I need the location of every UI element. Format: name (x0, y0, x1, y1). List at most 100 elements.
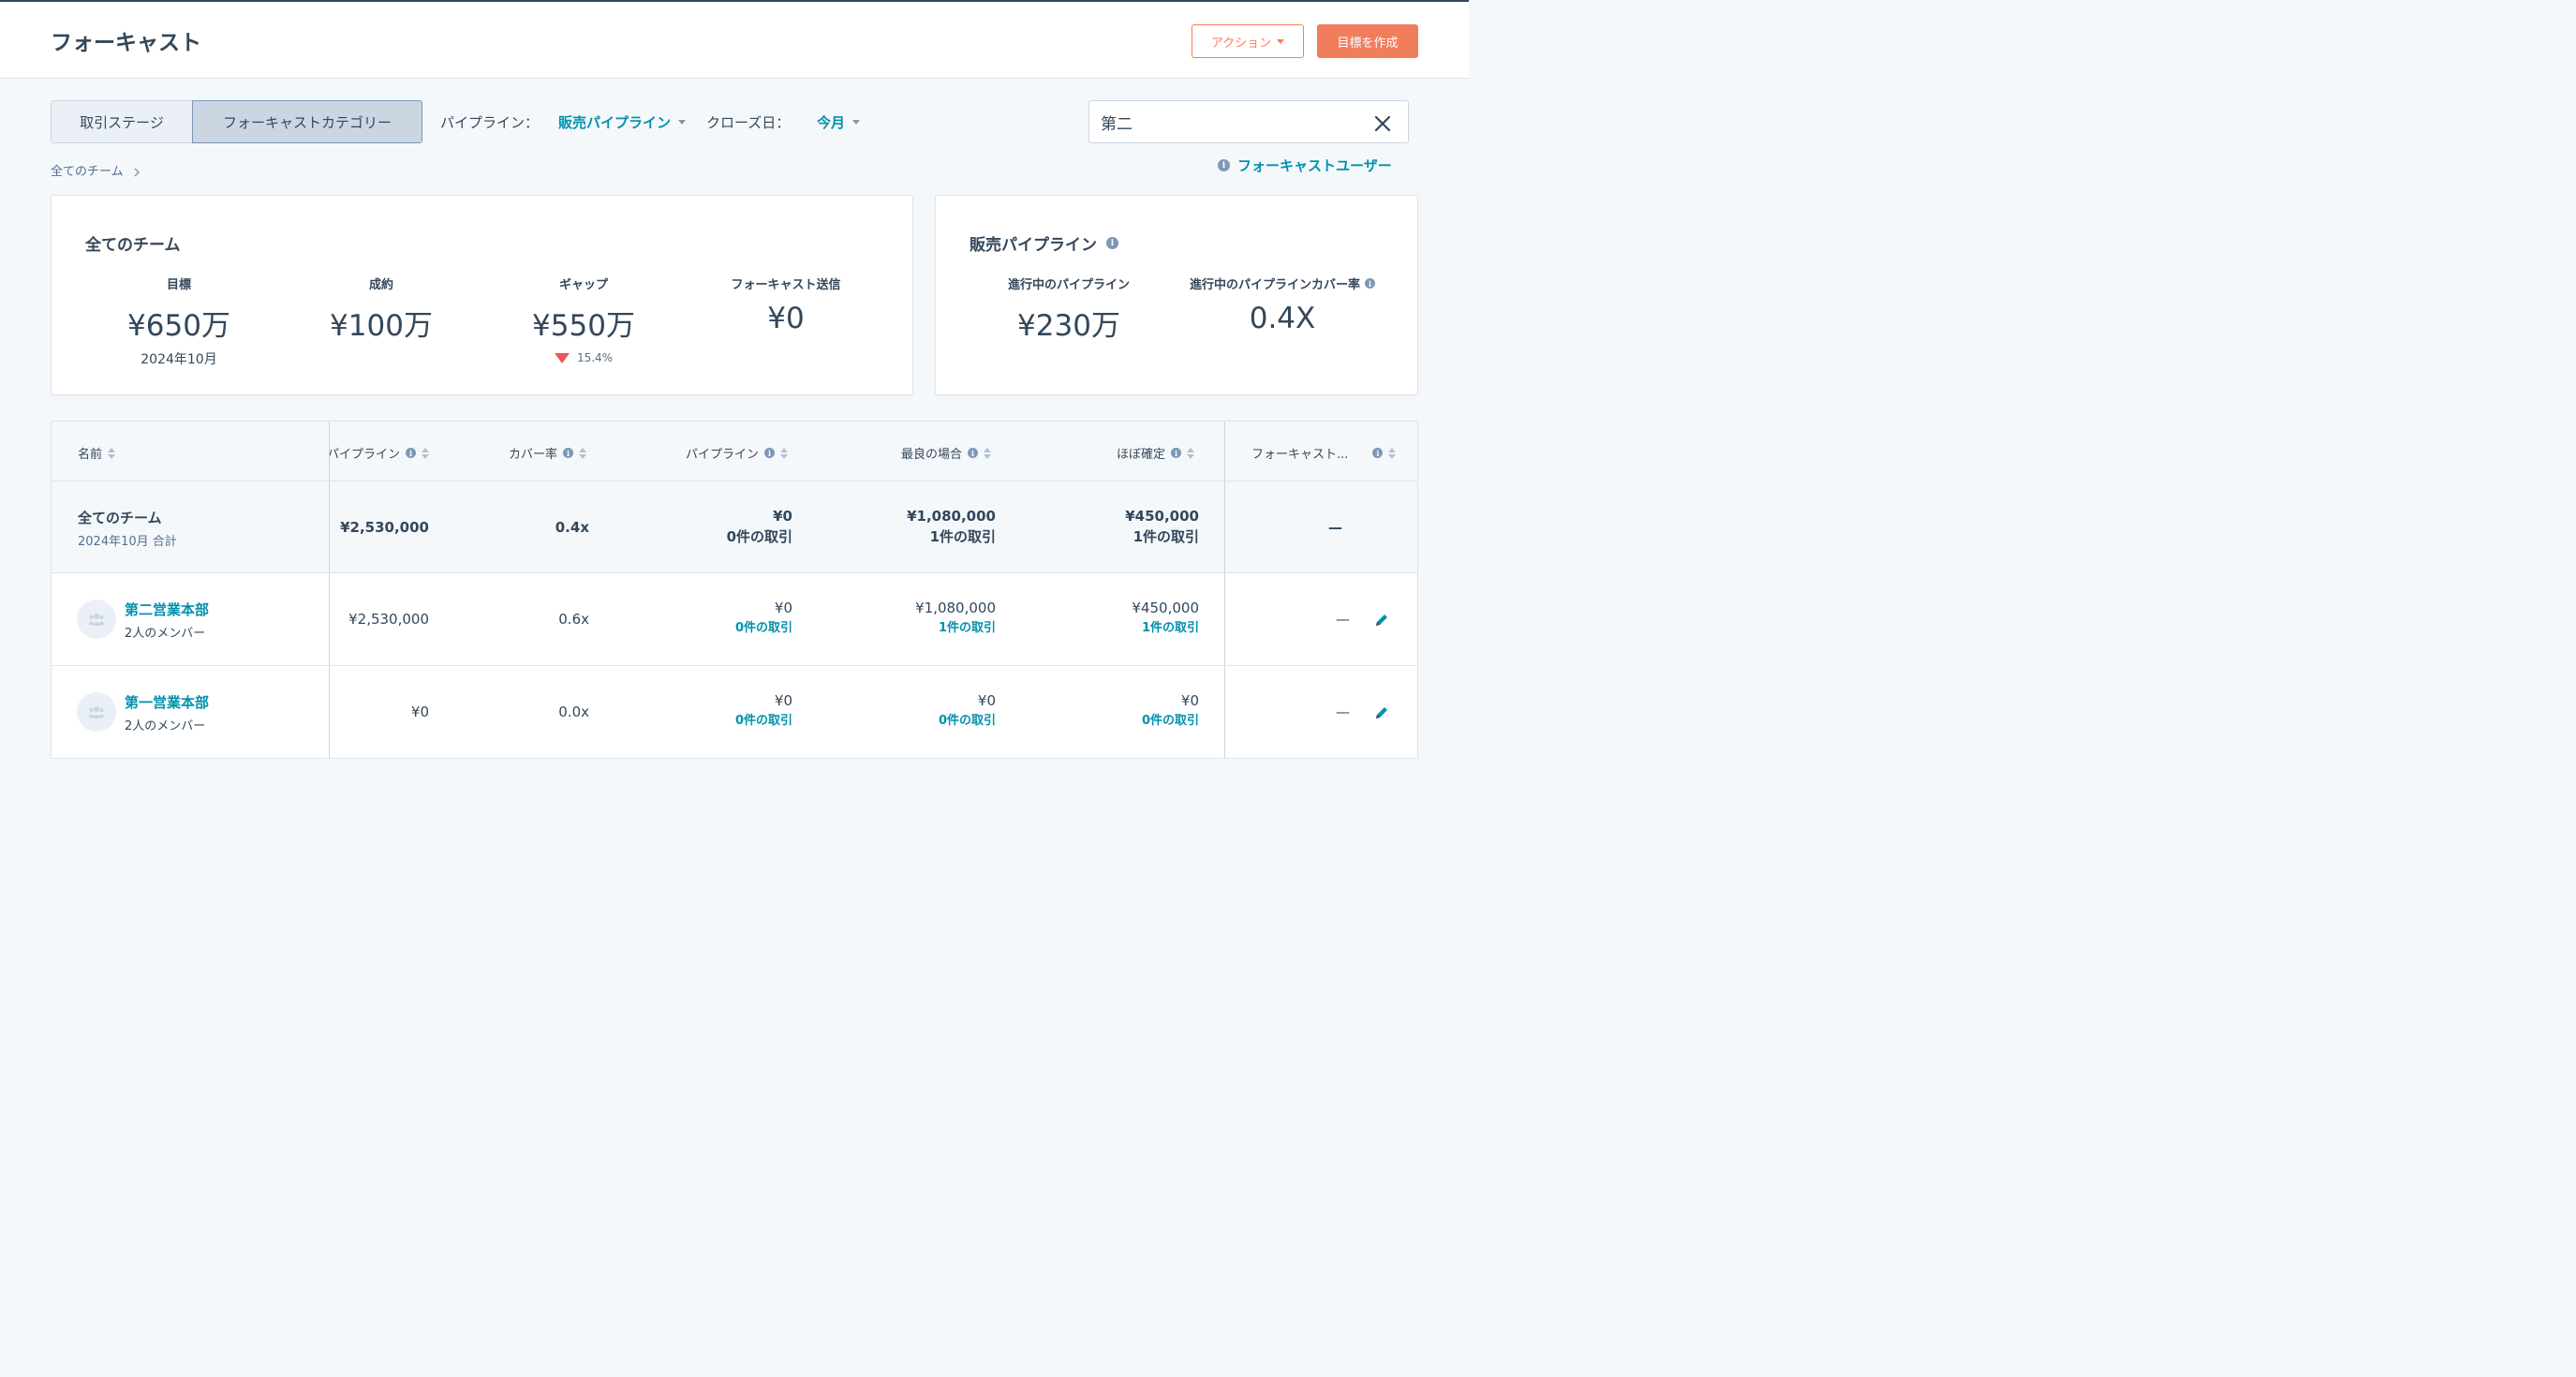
column-divider (329, 481, 330, 572)
breadcrumb-item[interactable]: 全てのチーム (51, 165, 124, 179)
table-header: 名前 パイプライン i カバー率 i パイプライン i 最良の場合 i ほぼ確定… (52, 422, 1417, 481)
chevron-right-icon (134, 168, 140, 176)
column-divider (1224, 666, 1225, 759)
kpi-open-pipeline: 進行中のパイプライン ¥230万 (975, 274, 1162, 344)
info-icon: i (563, 448, 574, 458)
amount: ¥1,080,000 (907, 508, 996, 525)
row-pipeline: ¥2,530,000 (348, 611, 429, 628)
total-row-name: 全てのチーム (78, 510, 162, 526)
trend-down-icon (554, 352, 570, 363)
kpi-value: ¥100万 (330, 309, 433, 343)
column-header-label: 最良の場合 (901, 448, 963, 462)
kpi-trend: 15.4% (490, 351, 677, 364)
row-best-case: ¥1,080,000 1件の取引 (915, 598, 996, 639)
kpi-pipeline-coverage: 進行中のパイプラインカバー率 i 0.4X (1170, 274, 1395, 335)
column-header-pipeline[interactable]: パイプライン i (329, 444, 429, 462)
info-icon: i (1171, 448, 1182, 458)
team-name-link[interactable]: 第二営業本部 (125, 600, 209, 619)
row-pipeline-category: ¥0 0件の取引 (735, 598, 792, 639)
deal-count-link[interactable]: 1件の取引 (915, 618, 996, 639)
search-box (1088, 100, 1409, 143)
table-row: 第二営業本部 2人のメンバー ¥2,530,000 0.6x ¥0 0件の取引 … (52, 573, 1417, 666)
row-commit: ¥0 0件の取引 (1142, 690, 1199, 732)
kpi-period: 2024年10月 (141, 352, 217, 367)
kpi-label: 進行中のパイプラインカバー率 i (1170, 274, 1395, 292)
team-members: 2人のメンバー (125, 627, 206, 641)
column-divider (329, 573, 330, 665)
kpi-label: ギャップ (558, 278, 608, 292)
column-divider (1224, 422, 1225, 481)
total-pipeline: ¥2,530,000 (340, 519, 429, 536)
close-date-filter-value: 今月 (817, 114, 846, 131)
amount: ¥450,000 (1132, 600, 1199, 616)
table-row-total: 全てのチーム 2024年10月 合計 ¥2,530,000 0.4x ¥0 0件… (52, 481, 1417, 573)
tab-forecast-category[interactable]: フォーキャストカテゴリー (192, 100, 422, 143)
info-icon: i (1372, 448, 1384, 458)
row-pipeline-category: ¥0 0件の取引 (735, 690, 792, 732)
deal-count: 0件の取引 (726, 528, 792, 545)
info-icon[interactable]: i (1106, 237, 1118, 249)
page-title: フォーキャスト (51, 31, 201, 55)
info-icon[interactable]: i (1365, 278, 1375, 289)
caret-down-icon (678, 120, 687, 125)
deal-count-link[interactable]: 1件の取引 (1132, 618, 1199, 639)
deal-count: 1件の取引 (1133, 528, 1199, 545)
column-divider (329, 666, 330, 759)
pencil-icon[interactable] (1374, 613, 1389, 628)
column-header-commit[interactable]: ほぼ確定 i (1117, 444, 1195, 462)
column-divider (1224, 573, 1225, 665)
deal-count-link[interactable]: 0件の取引 (735, 711, 792, 732)
column-header-label: カバー率 (509, 448, 558, 462)
close-date-filter-dropdown[interactable]: 今月 (817, 112, 861, 132)
amount: ¥1,080,000 (915, 600, 996, 616)
kpi-target: 目標 ¥650万 2024年10月 (85, 274, 273, 368)
deal-count-link[interactable]: 0件の取引 (1142, 711, 1199, 732)
sort-icon (780, 447, 789, 459)
breadcrumb[interactable]: 全てのチーム (51, 161, 141, 179)
page-header: フォーキャスト アクション 目標を作成 (0, 0, 1469, 79)
column-divider (329, 422, 330, 481)
team-name-link[interactable]: 第一営業本部 (125, 692, 209, 712)
column-header-coverage[interactable]: カバー率 i (509, 444, 587, 462)
column-header-best-case[interactable]: 最良の場合 i (901, 444, 992, 462)
column-header-forecast[interactable]: フォーキャスト... i (1251, 444, 1397, 462)
amount: ¥0 (774, 600, 792, 616)
row-forecast: — (1336, 611, 1350, 628)
kpi-value: 0.4X (1249, 302, 1316, 335)
team-summary-title: 全てのチーム (85, 236, 181, 255)
deal-count-link[interactable]: 0件の取引 (939, 711, 996, 732)
tab-deal-stage[interactable]: 取引ステージ (51, 100, 193, 143)
create-goal-button[interactable]: 目標を作成 (1317, 24, 1418, 58)
kpi-value: ¥230万 (1017, 309, 1120, 343)
column-header-name[interactable]: 名前 (78, 444, 116, 462)
kpi-value: ¥0 (767, 302, 805, 335)
team-summary-card: 全てのチーム 目標 ¥650万 2024年10月 成約 ¥100万 ギャップ ¥… (51, 195, 913, 395)
pencil-icon[interactable] (1374, 705, 1389, 720)
caret-down-icon (1277, 38, 1285, 44)
total-commit: ¥450,000 1件の取引 (1125, 506, 1199, 547)
search-input[interactable] (1101, 111, 1363, 133)
pipeline-filter-label: パイプライン： (440, 114, 540, 131)
close-icon[interactable] (1374, 115, 1391, 132)
row-coverage: 0.6x (558, 611, 589, 628)
close-date-filter-label: クローズ日： (706, 114, 791, 131)
amount: ¥0 (774, 692, 792, 709)
deal-count-link[interactable]: 0件の取引 (735, 618, 792, 639)
column-header-pipeline-category[interactable]: パイプライン i (686, 444, 789, 462)
row-pipeline: ¥0 (410, 703, 429, 720)
kpi-trend-value: 15.4% (576, 351, 614, 364)
kpi-label: 目標 (166, 278, 191, 292)
pipeline-title-label: 販売パイプライン (970, 236, 1097, 255)
forecast-table: 名前 パイプライン i カバー率 i パイプライン i 最良の場合 i ほぼ確定… (51, 421, 1418, 759)
column-header-label: パイプライン (329, 448, 400, 462)
kpi-label-text: 進行中のパイプラインカバー率 (1189, 278, 1360, 292)
pipeline-filter-dropdown[interactable]: 販売パイプライン (558, 112, 687, 132)
total-best-case: ¥1,080,000 1件の取引 (907, 506, 996, 547)
sort-icon (108, 447, 116, 459)
sort-icon (422, 447, 429, 459)
row-commit: ¥450,000 1件の取引 (1132, 598, 1199, 639)
table-row: 第一営業本部 2人のメンバー ¥0 0.0x ¥0 0件の取引 ¥0 0件の取引… (52, 666, 1417, 759)
action-dropdown-button[interactable]: アクション (1192, 24, 1304, 58)
forecast-users-link[interactable]: i フォーキャストユーザー (1218, 155, 1392, 175)
info-icon: i (1218, 159, 1230, 171)
